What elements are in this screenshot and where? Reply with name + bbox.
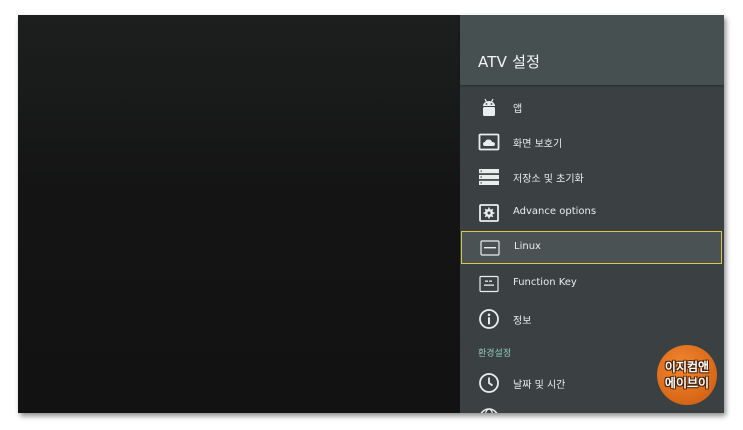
tv-screen: ATV 설정 앱 화면 보호기 저장소 및 초기화 Advance option… [18, 15, 724, 413]
watermark-line1: 이지컴앤 [664, 360, 710, 374]
screensaver-icon [478, 131, 500, 153]
fn-key-icon [478, 273, 500, 295]
menu-item-label: Advance options [513, 206, 597, 217]
language-icon [478, 407, 500, 413]
menu-item-screensaver[interactable]: 화면 보호기 [460, 125, 724, 159]
menu-item-label: 앱 [513, 104, 523, 115]
panel-title: ATV 설정 [478, 53, 541, 71]
clock-icon [478, 372, 500, 394]
menu-item-function-key[interactable]: Function Key [460, 267, 724, 301]
menu-item-label: 화면 보호기 [513, 139, 563, 150]
menu-item-linux[interactable]: Linux [461, 231, 722, 264]
menu-item-storage-reset[interactable]: 저장소 및 초기화 [460, 160, 724, 194]
menu-item-about[interactable]: 정보 [460, 302, 724, 336]
watermark-badge: 이지컴앤 에이브이 [657, 345, 717, 405]
linux-icon [479, 237, 501, 259]
background-area [18, 15, 460, 413]
gear-box-icon [478, 202, 500, 224]
section-header-preferences: 환경설정 [478, 349, 512, 359]
menu-item-advance-options[interactable]: Advance options [460, 196, 724, 230]
panel-header: ATV 설정 [460, 15, 724, 85]
menu-item-apps[interactable]: 앱 [460, 90, 724, 124]
menu-item-label: Linux [514, 241, 541, 252]
info-icon [478, 308, 500, 330]
menu-item-label: 날짜 및 시간 [513, 380, 566, 391]
menu-item-label: Function Key [513, 277, 577, 288]
menu-item-label: 정보 [513, 316, 532, 327]
android-icon [478, 96, 500, 118]
storage-icon [478, 166, 500, 188]
watermark-line2: 에이브이 [664, 376, 710, 390]
menu-item-label: 저장소 및 초기화 [513, 174, 584, 185]
